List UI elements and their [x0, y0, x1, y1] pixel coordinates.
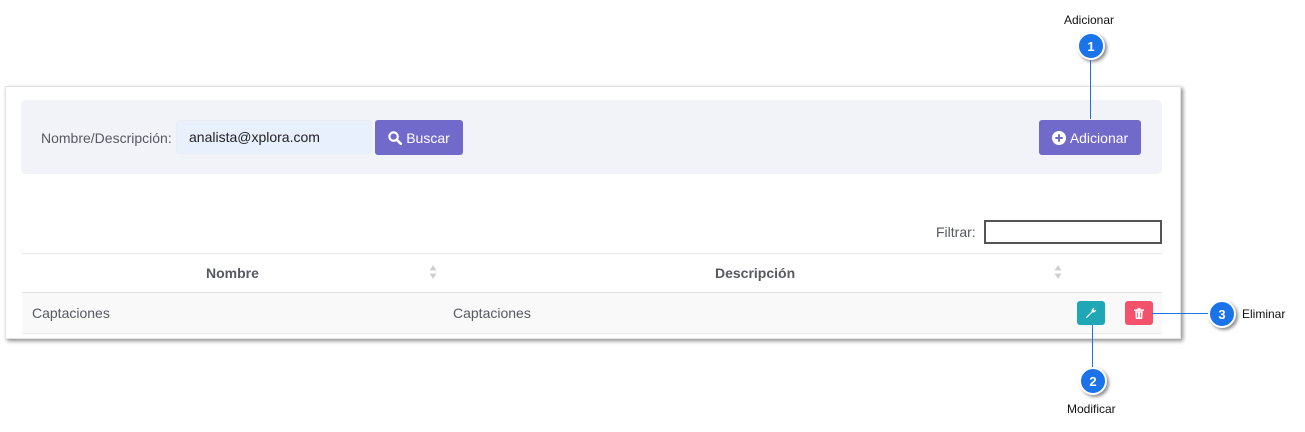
callout-marker-3: 3 — [1208, 300, 1236, 328]
column-header-nombre[interactable]: Nombre — [206, 265, 259, 281]
cell-nombre: Captaciones — [32, 305, 110, 321]
callout-leader-2 — [1092, 325, 1093, 368]
callout-number-1: 1 — [1087, 38, 1095, 54]
filter-label: Filtrar: — [936, 224, 976, 240]
search-button[interactable]: Buscar — [375, 120, 463, 155]
callout-number-3: 3 — [1218, 306, 1226, 322]
search-icon — [388, 130, 403, 145]
callout-marker-2: 2 — [1079, 367, 1107, 395]
trash-icon — [1134, 307, 1144, 319]
add-button[interactable]: Adicionar — [1039, 120, 1141, 155]
sort-icon[interactable] — [429, 264, 437, 280]
callout-leader-3 — [1152, 313, 1208, 314]
callout-label-eliminar: Eliminar — [1242, 307, 1286, 321]
callout-marker-1: 1 — [1077, 32, 1105, 60]
search-label: Nombre/Descripción: — [41, 130, 172, 146]
search-bar: Nombre/Descripción: Buscar Adicionar — [21, 100, 1162, 174]
table-header: Nombre Descripción — [22, 254, 1162, 293]
delete-button[interactable] — [1125, 301, 1153, 325]
search-button-label: Buscar — [406, 129, 450, 146]
results-table: Nombre Descripción Captaciones Captacion… — [22, 253, 1162, 334]
plus-circle-icon — [1051, 130, 1066, 145]
main-panel: Nombre/Descripción: Buscar Adicionar Fil… — [5, 86, 1181, 339]
column-header-descripcion[interactable]: Descripción — [715, 265, 795, 281]
edit-button[interactable] — [1077, 301, 1105, 325]
callout-label-modificar: Modificar — [1067, 402, 1116, 416]
filter-input[interactable] — [984, 220, 1162, 244]
wrench-icon — [1085, 307, 1097, 319]
callout-leader-1 — [1090, 60, 1091, 119]
add-button-label: Adicionar — [1069, 129, 1129, 146]
sort-icon[interactable] — [1054, 264, 1062, 280]
table-row: Captaciones Captaciones — [22, 293, 1162, 334]
callout-number-2: 2 — [1089, 373, 1097, 389]
callout-label-adicionar: Adicionar — [1064, 13, 1115, 27]
cell-descripcion: Captaciones — [453, 305, 531, 321]
search-input[interactable] — [176, 120, 372, 154]
